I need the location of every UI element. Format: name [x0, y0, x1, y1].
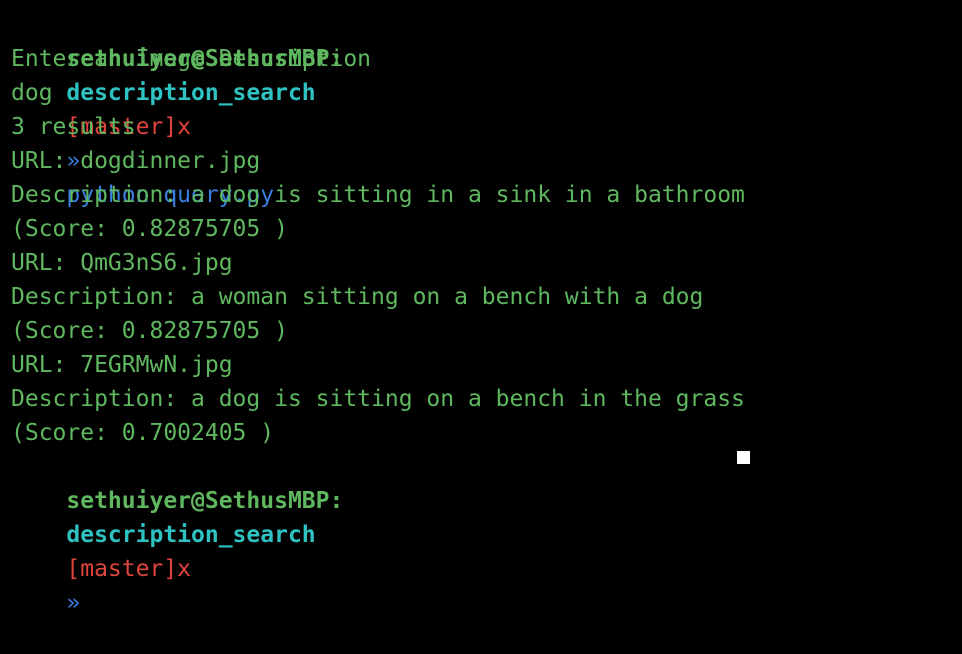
prompt-git-branch: [master]: [66, 556, 178, 582]
output-line: Enter an Image Description: [11, 46, 372, 72]
prompt-user-host: sethuiyer@SethusMBP:: [66, 488, 344, 514]
next-prompt-line: sethuiyer@SethusMBP: description_search …: [11, 450, 343, 616]
terminal-window[interactable]: sethuiyer@SethusMBP: description_search …: [0, 0, 962, 616]
output-line: 3 results: [11, 114, 136, 140]
output-line: dog: [11, 80, 53, 106]
prompt-arrow: »: [66, 590, 81, 616]
text-cursor: [737, 451, 750, 464]
output-line: URL: dogdinner.jpg: [11, 148, 261, 174]
output-line: Description: a dog is sitting in a sink …: [11, 182, 745, 208]
prompt-dirty-mark: x: [177, 114, 192, 140]
output-line: (Score: 0.7002405 ): [11, 420, 275, 446]
output-line: Description: a woman sitting on a bench …: [11, 284, 704, 310]
prompt-directory: description_search: [66, 80, 316, 106]
output-line: Description: a dog is sitting on a bench…: [11, 386, 745, 412]
command-prompt-line: sethuiyer@SethusMBP: description_search …: [11, 8, 343, 208]
output-line: (Score: 0.82875705 ): [11, 318, 288, 344]
prompt-directory: description_search: [66, 522, 316, 548]
output-line: URL: QmG3nS6.jpg: [11, 250, 233, 276]
output-line: URL: 7EGRMwN.jpg: [11, 352, 233, 378]
output-line: (Score: 0.82875705 ): [11, 216, 288, 242]
prompt-dirty-mark: x: [177, 556, 192, 582]
